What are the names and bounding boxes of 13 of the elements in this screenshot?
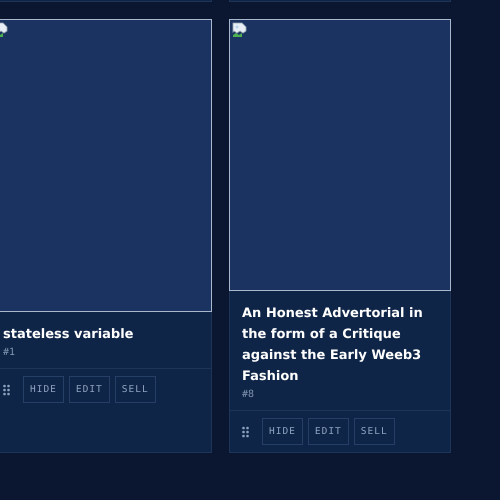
broken-image-icon (232, 22, 248, 38)
action-button[interactable]: EDIT (308, 418, 349, 445)
action-button[interactable]: EDIT (68, 376, 110, 403)
card-title: stateless variable (3, 326, 134, 344)
token-number: #1 (3, 347, 16, 358)
drag-handle-icon[interactable] (242, 426, 249, 438)
action-button[interactable]: HIDE (262, 418, 303, 445)
action-button[interactable]: SELL (354, 418, 395, 445)
card-title: An Honest Advertorial in the form of a Critique against the Early Weeb3 Fashion (242, 305, 424, 386)
drag-handle-icon[interactable] (3, 384, 10, 396)
action-button[interactable]: SELL (114, 376, 156, 403)
action-button[interactable]: HIDE (23, 376, 64, 403)
token-number: #8 (242, 389, 256, 400)
